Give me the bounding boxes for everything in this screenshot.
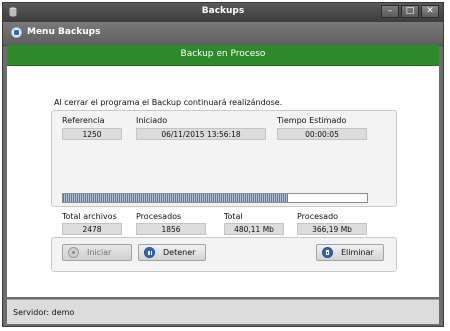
banner-text: Backup en Proceso xyxy=(180,49,266,59)
procesado-value: 366,19 Mb xyxy=(297,223,367,235)
minimize-button[interactable]: – xyxy=(381,5,399,18)
database-icon xyxy=(11,27,22,38)
server-status: Servidor: demo xyxy=(13,308,75,317)
window-title: Backups xyxy=(201,6,245,16)
detener-button[interactable]: Detener xyxy=(138,244,206,261)
pause-icon xyxy=(144,247,155,258)
referencia-value: 1250 xyxy=(62,128,122,140)
eliminar-label: Eliminar xyxy=(341,248,374,257)
eliminar-button[interactable]: Eliminar xyxy=(316,244,384,261)
iniciar-button[interactable]: Iniciar xyxy=(62,244,132,261)
notice-text: Al cerrar el programa el Backup continua… xyxy=(54,98,283,107)
procesado-label: Procesado xyxy=(297,212,339,221)
backup-progress-bar xyxy=(62,193,368,203)
maximize-icon: □ xyxy=(405,6,415,16)
minimize-icon: – xyxy=(387,6,393,16)
total-label: Total xyxy=(224,212,243,221)
procesados-label: Procesados xyxy=(136,212,182,221)
maximize-button[interactable]: □ xyxy=(401,5,419,18)
trash-icon xyxy=(322,247,333,258)
title-bar[interactable]: Backups – □ ✕ xyxy=(3,3,443,22)
backup-info-panel: Referencia 1250 Iniciado 06/11/2015 13:5… xyxy=(51,110,397,235)
tiempo-estimado-label: Tiempo Estimado xyxy=(277,116,347,125)
total-value: 480,11 Mb xyxy=(224,223,284,235)
start-icon xyxy=(68,247,79,258)
iniciar-label: Iniciar xyxy=(87,248,112,257)
menu-bar: Menu Backups xyxy=(3,22,443,46)
close-icon: ✕ xyxy=(426,6,434,16)
iniciado-value: 06/11/2015 13:56:18 xyxy=(136,128,266,140)
tiempo-estimado-value: 00:00:05 xyxy=(277,128,367,140)
actions-panel: Iniciar Detener Eliminar xyxy=(51,237,397,272)
procesados-value: 1856 xyxy=(136,223,206,235)
close-button[interactable]: ✕ xyxy=(421,5,439,18)
total-archivos-label: Total archivos xyxy=(62,212,117,221)
iniciado-label: Iniciado xyxy=(136,116,168,125)
status-banner: Backup en Proceso xyxy=(7,45,439,66)
progress-fill xyxy=(63,194,288,202)
referencia-label: Referencia xyxy=(62,116,105,125)
detener-label: Detener xyxy=(163,248,196,257)
total-archivos-value: 2478 xyxy=(62,223,122,235)
menu-backups[interactable]: Menu Backups xyxy=(27,27,100,37)
backups-window: Backups – □ ✕ Menu Backups Backup en Pro… xyxy=(2,2,444,327)
main-content: Backup en Proceso Al cerrar el programa … xyxy=(7,45,439,297)
status-bar: Servidor: demo xyxy=(7,299,439,324)
